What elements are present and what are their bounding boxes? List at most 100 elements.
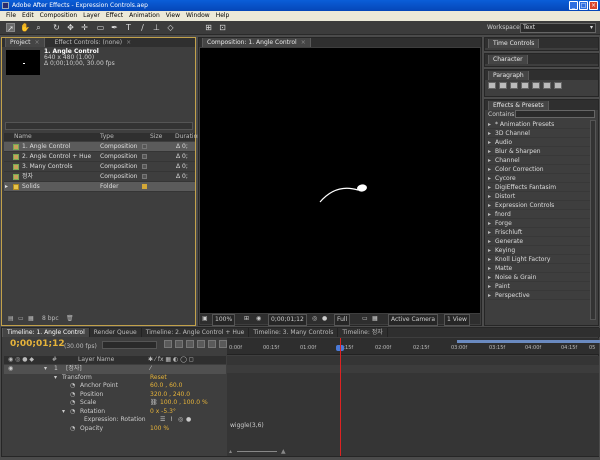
close-icon[interactable]: ×: [126, 39, 131, 46]
menu-view[interactable]: View: [163, 11, 183, 21]
align-center-icon[interactable]: [499, 82, 507, 89]
menu-animation[interactable]: Animation: [126, 11, 163, 21]
effect-category[interactable]: Expression Controls: [487, 201, 591, 210]
label-swatch[interactable]: [142, 144, 147, 149]
effect-category[interactable]: Forge: [487, 219, 591, 228]
tab-composition[interactable]: Composition: 1. Angle Control ×: [202, 38, 311, 47]
zoom-in-icon[interactable]: ▲: [281, 448, 286, 455]
zoom-slider-track[interactable]: [237, 451, 277, 452]
minimize-button[interactable]: _: [569, 1, 578, 10]
frame-blending-icon[interactable]: [208, 340, 216, 348]
label-swatch[interactable]: [142, 154, 147, 159]
project-item[interactable]: 3. Many Controls Composition Δ 0;: [4, 162, 195, 172]
current-timecode[interactable]: 0;00;01;12: [10, 339, 65, 349]
tab-paragraph[interactable]: Paragraph: [488, 70, 529, 80]
rectangle-mask-tool-icon[interactable]: ▭: [96, 23, 105, 32]
effect-category[interactable]: Frischluft: [487, 228, 591, 237]
effect-category[interactable]: 3D Channel: [487, 129, 591, 138]
resolution-select[interactable]: Full: [334, 314, 351, 326]
stopwatch-icon[interactable]: ◔: [70, 425, 75, 434]
effect-category[interactable]: * Animation Presets: [487, 120, 591, 129]
tab-render-queue[interactable]: Render Queue: [90, 328, 142, 337]
expand-arrow-icon[interactable]: ▾: [54, 374, 57, 383]
new-comp-icon[interactable]: ▦: [28, 314, 34, 323]
col-size[interactable]: Size: [150, 133, 162, 141]
effect-category[interactable]: Blur & Sharpen: [487, 147, 591, 156]
orbit-camera-tool-icon[interactable]: ✥: [66, 23, 75, 32]
effect-category[interactable]: Paint: [487, 282, 591, 291]
tab-effect-controls[interactable]: Effect Controls: (none) ×: [51, 38, 136, 47]
region-icon[interactable]: ▣: [202, 314, 208, 324]
stopwatch-icon[interactable]: ◔: [70, 408, 75, 417]
property-row[interactable]: ▾ ◔ Rotation 0 x -5.3°: [4, 408, 226, 417]
hand-tool-icon[interactable]: ✋: [20, 23, 30, 32]
roi-icon[interactable]: ▭: [362, 314, 368, 324]
menu-window[interactable]: Window: [183, 11, 213, 21]
show-snapshot-icon[interactable]: ◎: [312, 314, 317, 324]
layer-duration-bar[interactable]: [227, 365, 599, 373]
expand-arrow-icon[interactable]: ▾: [44, 365, 47, 374]
effect-category[interactable]: Knoll Light Factory: [487, 255, 591, 264]
eraser-tool-icon[interactable]: ◇: [166, 23, 175, 32]
pen-tool-icon[interactable]: ✒: [110, 23, 119, 32]
property-row[interactable]: ◔ Position 320.0 , 240.0: [4, 391, 226, 400]
effect-category[interactable]: DigiEffects Fantasim: [487, 183, 591, 192]
project-search-input[interactable]: [5, 122, 193, 130]
shy-layers-icon[interactable]: [197, 340, 205, 348]
tab-timeline-3[interactable]: Timeline: 3. Many Controls: [249, 328, 339, 337]
expression-enable-icon[interactable]: ☰: [160, 416, 165, 425]
menu-edit[interactable]: Edit: [19, 11, 37, 21]
effect-category[interactable]: Channel: [487, 156, 591, 165]
brush-tool-icon[interactable]: ∕: [138, 23, 147, 32]
property-value[interactable]: 100 %: [150, 425, 169, 434]
project-item[interactable]: ▸ Solids Folder: [4, 182, 195, 192]
graph-icon[interactable]: ⌇: [170, 416, 173, 425]
justify-all-icon[interactable]: [554, 82, 562, 89]
zoom-out-icon[interactable]: ▴: [229, 448, 232, 455]
close-icon[interactable]: ×: [35, 39, 40, 46]
visibility-eye-icon[interactable]: ◉: [8, 365, 13, 374]
view-layout-select[interactable]: 1 View: [444, 314, 470, 326]
constrain-link-icon[interactable]: ⛓: [150, 399, 158, 408]
effects-scrollbar[interactable]: [590, 120, 596, 320]
interpret-footage-icon[interactable]: ▤: [8, 314, 14, 323]
bpc-label[interactable]: 8 bpc: [42, 314, 59, 323]
axis-mode-icon[interactable]: ⊞: [204, 23, 213, 32]
expand-arrow-icon[interactable]: ▸: [5, 182, 8, 192]
expression-text[interactable]: wiggle(3,6): [230, 422, 264, 429]
motion-blur-icon[interactable]: [219, 340, 227, 348]
effect-category[interactable]: Noise & Grain: [487, 273, 591, 282]
stopwatch-icon[interactable]: ◔: [70, 391, 75, 400]
tab-effects-presets[interactable]: Effects & Presets: [488, 100, 549, 110]
effect-category[interactable]: Keying: [487, 246, 591, 255]
rotate-tool-icon[interactable]: ↻: [52, 23, 61, 32]
property-row[interactable]: ◔ Anchor Point 60.0 , 60.0: [4, 382, 226, 391]
label-swatch[interactable]: [142, 184, 147, 189]
safe-zones-icon[interactable]: ⊞: [244, 314, 249, 324]
time-ruler[interactable]: 0:00f 00:15f 01:00f 01:15f 02:00f 02:15f…: [227, 338, 600, 355]
tab-timeline-1[interactable]: Timeline: 1. Angle Control: [2, 328, 90, 337]
transform-reset-link[interactable]: Reset: [150, 374, 167, 383]
menu-effect[interactable]: Effect: [103, 11, 126, 21]
tab-timeline-2[interactable]: Timeline: 2. Angle Control + Hue: [142, 328, 250, 337]
project-item[interactable]: 1. Angle Control Composition Δ 0;: [4, 142, 195, 152]
effect-category[interactable]: Generate: [487, 237, 591, 246]
label-swatch[interactable]: [142, 164, 147, 169]
col-name[interactable]: Name: [14, 133, 32, 141]
live-update-icon[interactable]: [175, 340, 183, 348]
stopwatch-icon[interactable]: ◔: [70, 382, 75, 391]
timeline-search-input[interactable]: [102, 341, 157, 349]
menu-help[interactable]: Help: [213, 11, 233, 21]
effects-search-input[interactable]: [515, 110, 595, 118]
property-value[interactable]: 320.0 , 240.0: [150, 391, 190, 400]
composition-viewer[interactable]: [200, 48, 480, 313]
close-button[interactable]: ×: [589, 1, 598, 10]
current-time-indicator[interactable]: [340, 338, 341, 456]
align-right-icon[interactable]: [510, 82, 518, 89]
effect-category[interactable]: Cycore: [487, 174, 591, 183]
justify-last-center-icon[interactable]: [532, 82, 540, 89]
tab-character[interactable]: Character: [488, 54, 528, 64]
current-time-field[interactable]: 0;00;01;12: [268, 314, 307, 326]
comp-mini-flowchart-icon[interactable]: [164, 340, 172, 348]
tab-timeline-4[interactable]: Timeline: 정자: [338, 328, 388, 337]
